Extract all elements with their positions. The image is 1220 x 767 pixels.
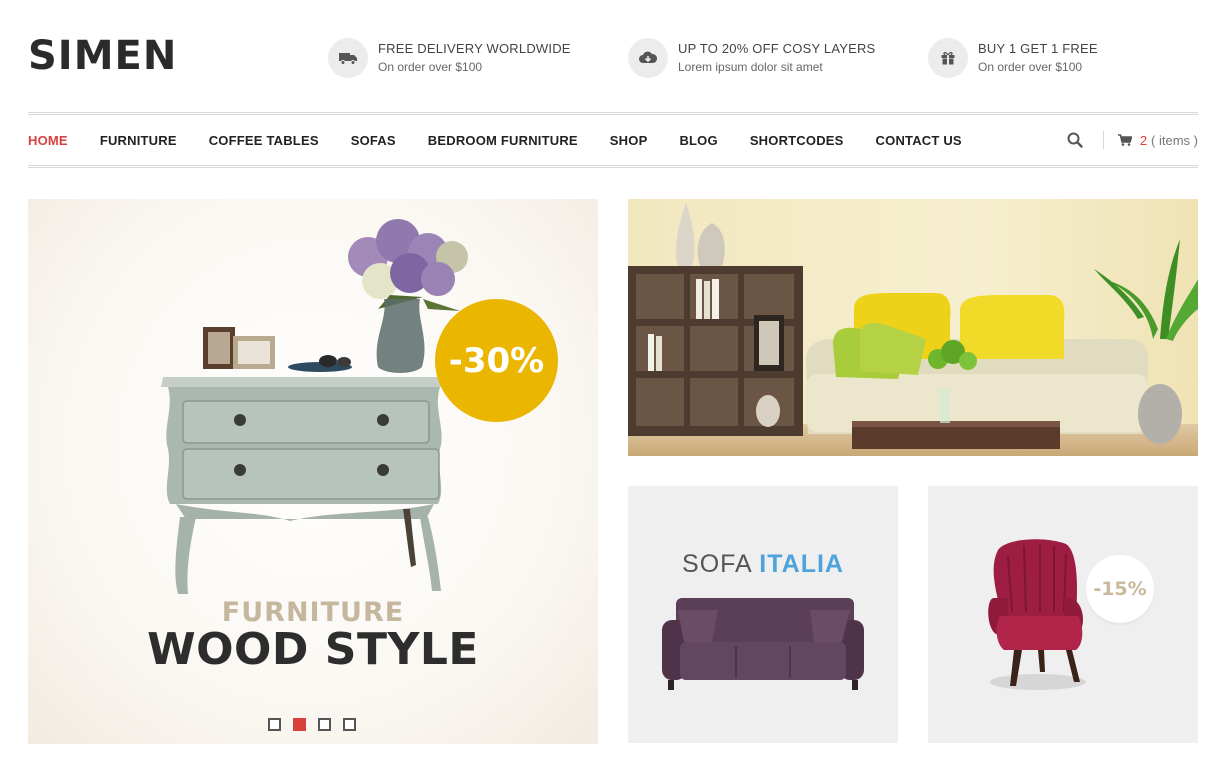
cloud-download-icon <box>628 38 668 78</box>
nav-tools: 2 ( items ) <box>1065 115 1198 165</box>
search-icon[interactable] <box>1065 130 1085 150</box>
nav-item-furniture[interactable]: FURNITURE <box>100 133 177 148</box>
sofa-italia-banner[interactable]: SOFA ITALIA <box>628 486 898 743</box>
slider-dot-3[interactable] <box>318 718 331 731</box>
cart-items-label: ( items ) <box>1151 132 1198 148</box>
hero-headline-bottom: WOOD STYLE <box>147 624 479 675</box>
living-room-illustration <box>628 199 1198 456</box>
slider-dot-4[interactable] <box>343 718 356 731</box>
hero-discount-badge: -30% <box>435 299 558 422</box>
nav-item-contact-us[interactable]: CONTACT US <box>876 133 962 148</box>
armchair-banner[interactable]: -15% <box>928 486 1198 743</box>
slider-dot-1[interactable] <box>268 718 281 731</box>
cart-count: 2 <box>1139 132 1148 148</box>
promo-free-delivery: FREE DELIVERY WORLDWIDE On order over $1… <box>328 38 571 78</box>
living-room-banner[interactable] <box>628 199 1198 456</box>
promo-bogo: BUY 1 GET 1 FREE On order over $100 <box>928 38 1098 78</box>
promo-title: UP TO 20% OFF COSY LAYERS <box>678 41 876 56</box>
slider-dot-2[interactable] <box>293 718 306 731</box>
truck-icon <box>328 38 368 78</box>
main-navigation: HOME FURNITURE COFFEE TABLES SOFAS BEDRO… <box>28 112 1198 168</box>
nav-item-sofas[interactable]: SOFAS <box>351 133 396 148</box>
cart-icon <box>1117 134 1132 146</box>
nav-item-home[interactable]: HOME <box>28 133 68 148</box>
nav-item-coffee-tables[interactable]: COFFEE TABLES <box>209 133 319 148</box>
promo-subtitle: On order over $100 <box>378 60 483 74</box>
nav-item-shop[interactable]: SHOP <box>610 133 648 148</box>
nav-menu: HOME FURNITURE COFFEE TABLES SOFAS BEDRO… <box>28 115 962 165</box>
armchair-illustration <box>988 539 1086 690</box>
nav-item-bedroom-furniture[interactable]: BEDROOM FURNITURE <box>428 133 578 148</box>
promo-title: BUY 1 GET 1 FREE <box>978 41 1098 56</box>
promo-title: FREE DELIVERY WORLDWIDE <box>378 41 571 56</box>
cart-button[interactable]: 2 ( items ) <box>1117 132 1198 148</box>
nav-item-blog[interactable]: BLOG <box>679 133 717 148</box>
sofa-illustration <box>662 598 864 690</box>
site-logo[interactable]: SIMEN <box>28 33 177 79</box>
slider-pagination <box>268 718 368 731</box>
gift-icon <box>928 38 968 78</box>
promo-discount: UP TO 20% OFF COSY LAYERS Lorem ipsum do… <box>628 38 875 78</box>
nav-item-shortcodes[interactable]: SHORTCODES <box>750 133 844 148</box>
promo-subtitle: Lorem ipsum dolor sit amet <box>678 60 823 74</box>
hero-slider[interactable]: -30% FURNITURE WOOD STYLE <box>28 199 598 744</box>
promo-subtitle: On order over $100 <box>978 60 1083 74</box>
chair-discount-badge: -15% <box>1086 555 1154 623</box>
nav-divider <box>1102 131 1104 149</box>
